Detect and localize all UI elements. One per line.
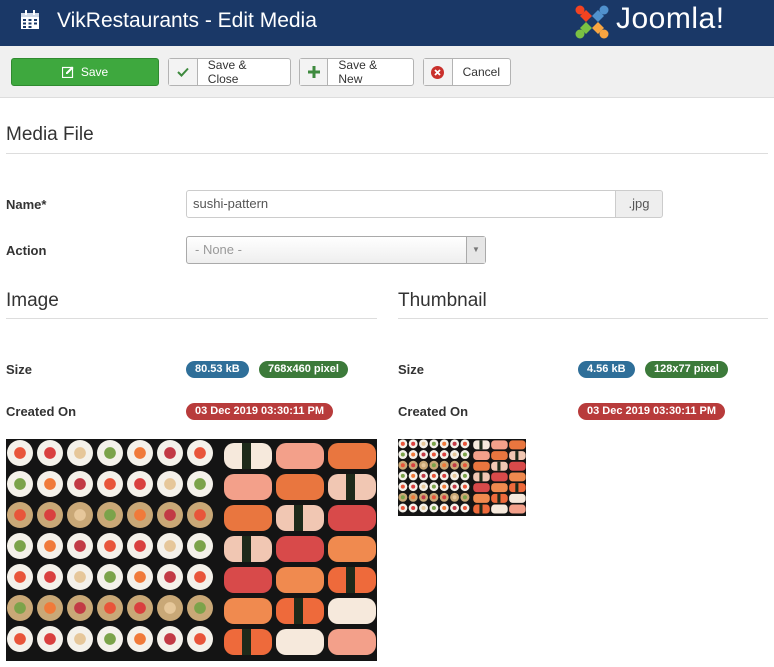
save-button-label: Save — [80, 65, 109, 79]
thumbnail-created-badge: 03 Dec 2019 03:30:11 PM — [578, 403, 726, 420]
joomla-logo: Joomla! — [572, 2, 767, 42]
save-new-button[interactable]: Save & New — [299, 58, 414, 86]
save-new-label: Save & New — [338, 58, 378, 86]
image-created-badge: 03 Dec 2019 03:30:11 PM — [186, 403, 334, 420]
joomla-wordmark: Joomla! — [616, 2, 725, 35]
divider — [398, 318, 768, 319]
thumbnail-dimensions-badge: 128x77 pixel — [645, 361, 728, 378]
divider — [6, 318, 377, 319]
page-title: VikRestaurants - Edit Media — [57, 9, 317, 32]
name-input[interactable]: sushi-pattern — [186, 190, 616, 218]
divider — [6, 153, 768, 154]
thumbnail-preview — [398, 439, 526, 516]
action-select[interactable]: - None - ▼ — [186, 236, 486, 264]
image-created-label: Created On — [6, 404, 77, 419]
thumbnail-heading: Thumbnail — [398, 290, 487, 311]
edit-icon — [61, 66, 74, 78]
save-button[interactable]: Save — [11, 58, 159, 86]
media-file-heading: Media File — [6, 124, 94, 145]
thumbnail-size-badge: 4.56 kB — [578, 361, 635, 378]
plus-icon — [300, 59, 329, 85]
name-label: Name* — [6, 197, 47, 212]
image-size-label: Size — [6, 362, 33, 377]
joomla-logo-icon — [575, 5, 609, 39]
thumbnail-created-label: Created On — [398, 404, 469, 419]
checkmark-icon — [169, 59, 198, 85]
image-dimensions-badge: 768x460 pixel — [259, 361, 348, 378]
image-heading: Image — [6, 290, 59, 311]
toolbar: Save Save & Close Save & New Cancel — [0, 46, 774, 98]
app-header: VikRestaurants - Edit Media Joomla! — [0, 0, 774, 46]
image-preview — [6, 439, 377, 661]
image-size-badge: 80.53 kB — [186, 361, 249, 378]
thumbnail-size-label: Size — [398, 362, 425, 377]
action-select-value: - None - — [195, 242, 242, 257]
chevron-down-icon: ▼ — [466, 237, 485, 263]
calendar-icon — [21, 10, 39, 29]
cancel-icon — [424, 59, 453, 85]
save-close-label: Save & Close — [207, 58, 247, 86]
save-close-button[interactable]: Save & Close — [168, 58, 291, 86]
cancel-button[interactable]: Cancel — [423, 58, 511, 86]
extension-addon: .jpg — [615, 190, 663, 218]
cancel-label: Cancel — [462, 65, 500, 79]
action-label: Action — [6, 243, 47, 258]
